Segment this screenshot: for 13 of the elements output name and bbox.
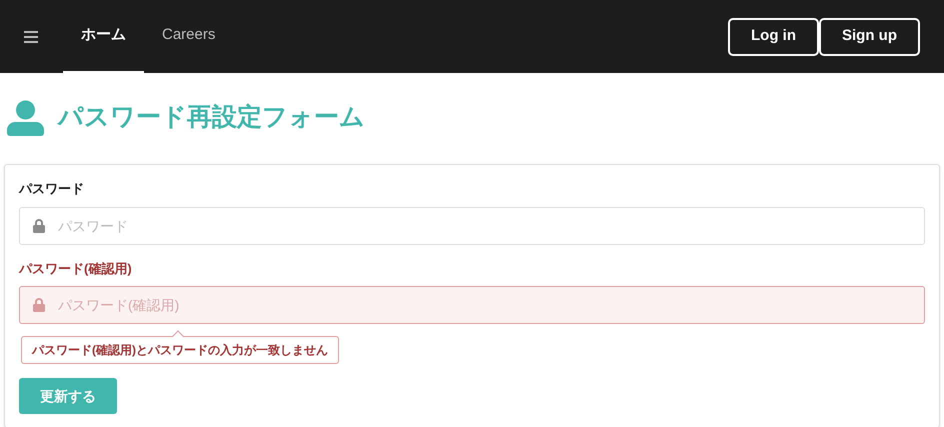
nav-tab[interactable]: Careers xyxy=(144,0,234,73)
auth-button[interactable]: Sign up xyxy=(819,18,920,56)
password-field[interactable]: パスワード xyxy=(19,206,925,244)
field-label: パスワード(確認用) xyxy=(19,260,133,278)
lock-icon xyxy=(33,218,45,232)
menu-icon[interactable] xyxy=(24,30,38,42)
field-label: パスワード xyxy=(19,180,85,198)
user-icon xyxy=(7,100,44,136)
lock-icon xyxy=(33,298,45,312)
page-title: パスワード再設定フォーム xyxy=(58,102,365,134)
auth-button[interactable]: Log in xyxy=(728,18,819,56)
nav-tab[interactable]: ホーム xyxy=(63,0,144,73)
password-field[interactable]: パスワード(確認用) xyxy=(19,286,925,324)
